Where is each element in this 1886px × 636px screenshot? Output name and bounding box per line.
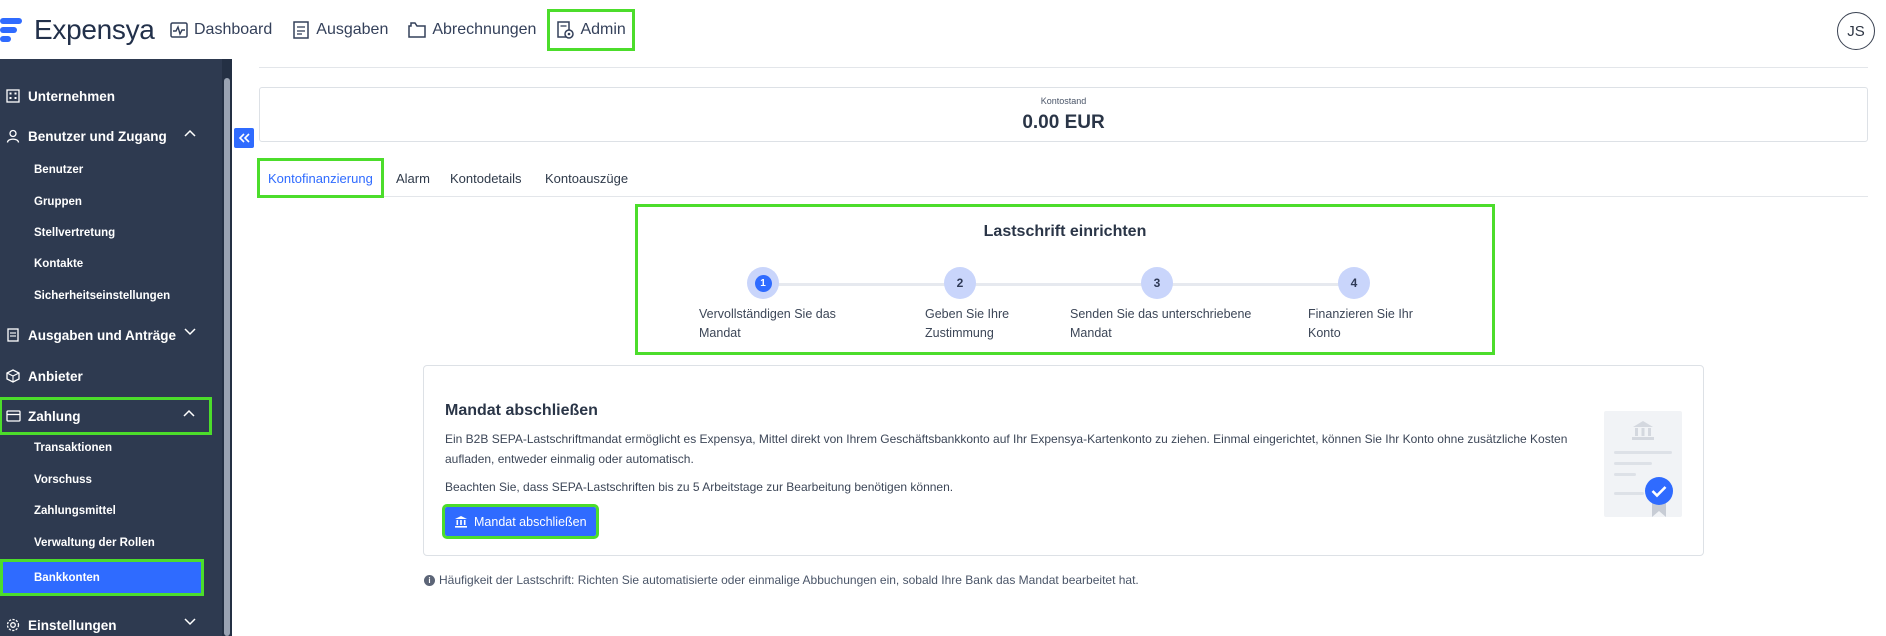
sidebar-item-gruppen[interactable]: Gruppen — [34, 196, 82, 208]
mandate-title: Mandat abschließen — [445, 402, 598, 419]
chevron-up-icon — [184, 129, 196, 137]
admin-settings-icon — [557, 21, 575, 39]
folder-icon — [408, 22, 427, 38]
receipt-icon — [293, 21, 310, 39]
mandate-card: Mandat abschließen Ein B2B SEPA-Lastschr… — [423, 365, 1704, 556]
nav-abrechnungen[interactable]: Abrechnungen — [402, 12, 542, 48]
step-indicator-4: 4 — [1338, 267, 1370, 299]
nav-admin[interactable]: Admin — [547, 9, 635, 51]
footnote-text: Häufigkeit der Lastschrift: Richten Sie … — [439, 573, 1139, 587]
nav-dashboard-label: Dashboard — [194, 21, 273, 38]
certificate-illustration-icon — [1604, 411, 1682, 517]
step-label-4: Finanzieren Sie Ihr Konto — [1308, 307, 1413, 340]
nav-dashboard[interactable]: Dashboard — [164, 12, 278, 48]
credit-card-icon — [4, 407, 22, 425]
balance-label: Kontostand — [1040, 96, 1087, 106]
sidebar-item-bankkonten[interactable]: Bankkonten — [0, 559, 204, 596]
debit-frequency-footnote: i Häufigkeit der Lastschrift: Richten Si… — [424, 573, 1139, 587]
complete-mandate-button[interactable]: Mandat abschließen — [442, 504, 599, 539]
sidebar-section-unternehmen[interactable]: Unternehmen — [0, 78, 212, 114]
tab-alarm[interactable]: Alarm — [396, 160, 430, 196]
tab-kontofinanzierung[interactable]: Kontofinanzierung — [257, 158, 384, 198]
sidebar-section-ausgaben[interactable]: Ausgaben und Anträge — [0, 317, 212, 353]
sidebar-section-label: Unternehmen — [28, 88, 116, 104]
step-indicator-3: 3 — [1141, 267, 1173, 299]
stepper-title: Lastschrift einrichten — [983, 223, 1147, 240]
balance-value: 0.00 EUR — [1022, 112, 1105, 133]
tab-kontodetails[interactable]: Kontodetails — [450, 160, 522, 196]
step-indicator-1: 1 — [747, 267, 779, 299]
balance-card: Kontostand 0.00 EUR — [259, 87, 1868, 142]
sidebar-item-kontakte[interactable]: Kontakte — [34, 258, 83, 270]
sidebar-item-sicherheitseinstellungen[interactable]: Sicherheitseinstellungen — [34, 290, 170, 302]
nav-ausgaben[interactable]: Ausgaben — [286, 12, 394, 48]
direct-debit-stepper: Lastschrift einrichten 1 2 3 4 Vervollst… — [635, 204, 1495, 355]
gear-icon — [4, 616, 22, 634]
sidebar-section-einstellungen[interactable]: Einstellungen — [0, 607, 212, 636]
sidebar-item-zahlungsmittel[interactable]: Zahlungsmittel — [34, 505, 116, 517]
expensya-logo-mark — [0, 16, 26, 44]
nav-abrechnungen-label: Abrechnungen — [432, 21, 537, 38]
sidebar-item-benutzer[interactable]: Benutzer — [34, 164, 83, 176]
building-icon — [4, 87, 22, 105]
collapse-sidebar-button[interactable] — [234, 128, 254, 148]
tab-kontoauszuege[interactable]: Kontoauszüge — [545, 160, 628, 196]
sidebar-section-label: Zahlung — [28, 408, 81, 424]
step-label-1: Vervollständigen Sie das Mandat — [699, 307, 836, 340]
sidebar-section-zahlung[interactable]: Zahlung — [0, 397, 212, 435]
header-divider — [259, 67, 1868, 68]
chevron-down-icon — [184, 328, 196, 336]
dashboard-icon — [170, 22, 188, 38]
sidebar-section-label: Ausgaben und Anträge — [28, 327, 177, 343]
user-icon — [4, 127, 22, 145]
complete-mandate-button-label: Mandat abschließen — [474, 514, 587, 529]
step-label-2: Geben Sie Ihre Zustimmung — [925, 307, 1010, 340]
top-navigation: Expensya Dashboard Ausgaben Abrechnungen… — [0, 0, 1886, 59]
receipt-icon — [4, 326, 22, 344]
mandate-note: Beachten Sie, dass SEPA-Lastschriften bi… — [445, 480, 954, 494]
sidebar-item-stellvertretung[interactable]: Stellvertretung — [34, 227, 115, 239]
sidebar-scrollbar-thumb[interactable] — [224, 78, 230, 636]
bank-icon — [455, 516, 467, 528]
nav-ausgaben-label: Ausgaben — [316, 21, 389, 38]
double-chevron-left-icon — [238, 133, 250, 143]
mandate-description: Ein B2B SEPA-Lastschriftmandat ermöglich… — [445, 432, 1568, 466]
app-name: Expensya — [34, 14, 155, 45]
stepper-connector — [763, 283, 1363, 286]
sidebar-section-label: Benutzer und Zugang — [28, 128, 167, 144]
sidebar-section-label: Einstellungen — [28, 617, 117, 633]
sidebar-item-transaktionen[interactable]: Transaktionen — [34, 442, 112, 454]
account-tabs: Kontofinanzierung Alarm Kontodetails Kon… — [257, 158, 1868, 198]
sidebar-section-anbieter[interactable]: Anbieter — [0, 358, 212, 394]
step-label-3: Senden Sie das unterschriebene Mandat — [1070, 307, 1252, 340]
main-nav: Dashboard Ausgaben Abrechnungen Admin — [164, 9, 640, 51]
chevron-up-icon — [183, 409, 195, 417]
info-icon: i — [424, 574, 435, 586]
chevron-down-icon — [184, 618, 196, 626]
sidebar-item-vorschuss[interactable]: Vorschuss — [34, 474, 92, 486]
box-icon — [4, 367, 22, 385]
sidebar-section-benutzer[interactable]: Benutzer und Zugang — [0, 118, 212, 154]
sidebar-section-label: Anbieter — [28, 368, 83, 384]
nav-admin-label: Admin — [580, 21, 626, 38]
step-indicator-2: 2 — [944, 267, 976, 299]
expensya-logo[interactable]: Expensya — [0, 14, 155, 46]
sidebar-item-verwaltung-der-rollen[interactable]: Verwaltung der Rollen — [34, 537, 155, 549]
user-avatar[interactable]: JS — [1837, 12, 1875, 50]
